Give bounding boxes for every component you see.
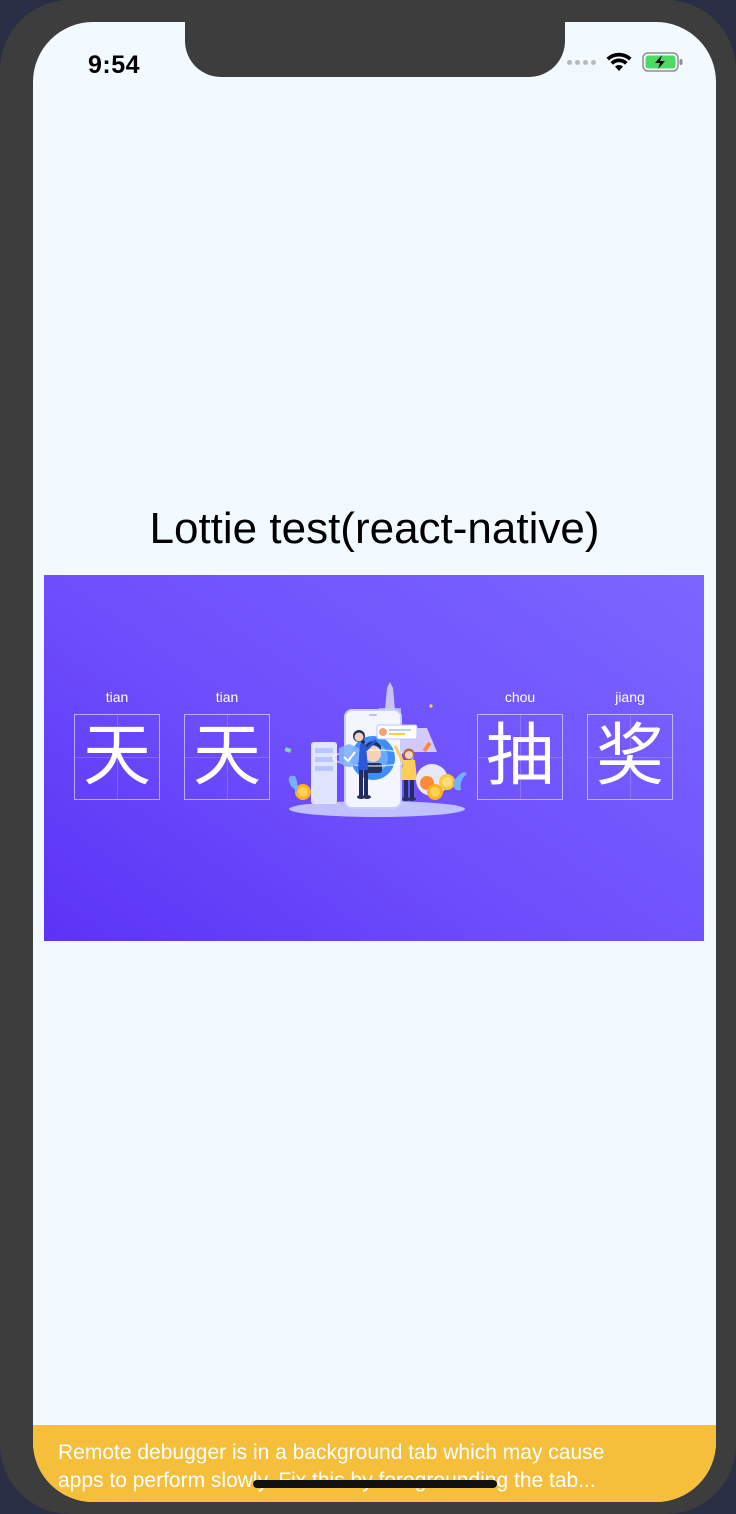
pinyin-label: tian [215, 689, 239, 705]
pinyin-label: tian [105, 689, 129, 705]
chinese-character: 奖 [595, 717, 664, 796]
character-box: 天 [184, 714, 270, 800]
status-time: 9:54 [88, 51, 141, 79]
character-box: 抽 [477, 714, 563, 800]
lottie-animation-banner: tian 天 tian 天 chou 抽 jiang 奖 [44, 575, 704, 941]
home-indicator[interactable] [253, 1480, 497, 1488]
page-title: Lottie test(react-native) [149, 504, 600, 553]
pinyin-label: jiang [615, 689, 645, 705]
character-box: 天 [74, 714, 160, 800]
status-icons [567, 52, 684, 72]
remote-debugger-warning[interactable]: Remote debugger is in a background tab w… [33, 1425, 716, 1502]
chinese-character: 天 [82, 717, 151, 796]
chinese-character: 天 [192, 717, 261, 796]
device-frame: 9:54 Lottie test(react-native) tian 天 ti… [0, 0, 736, 1514]
debugger-warning-line-1: Remote debugger is in a background tab w… [58, 1441, 605, 1464]
battery-charging-icon [642, 52, 683, 72]
device-notch [185, 22, 565, 77]
app-screen: 9:54 Lottie test(react-native) tian 天 ti… [33, 22, 716, 1502]
pinyin-label: chou [504, 689, 536, 705]
lottery-illustration [284, 682, 467, 817]
wifi-icon [606, 52, 632, 71]
chinese-character: 抽 [485, 717, 554, 796]
character-box: 奖 [587, 714, 673, 800]
signal-dots-icon [567, 59, 596, 65]
